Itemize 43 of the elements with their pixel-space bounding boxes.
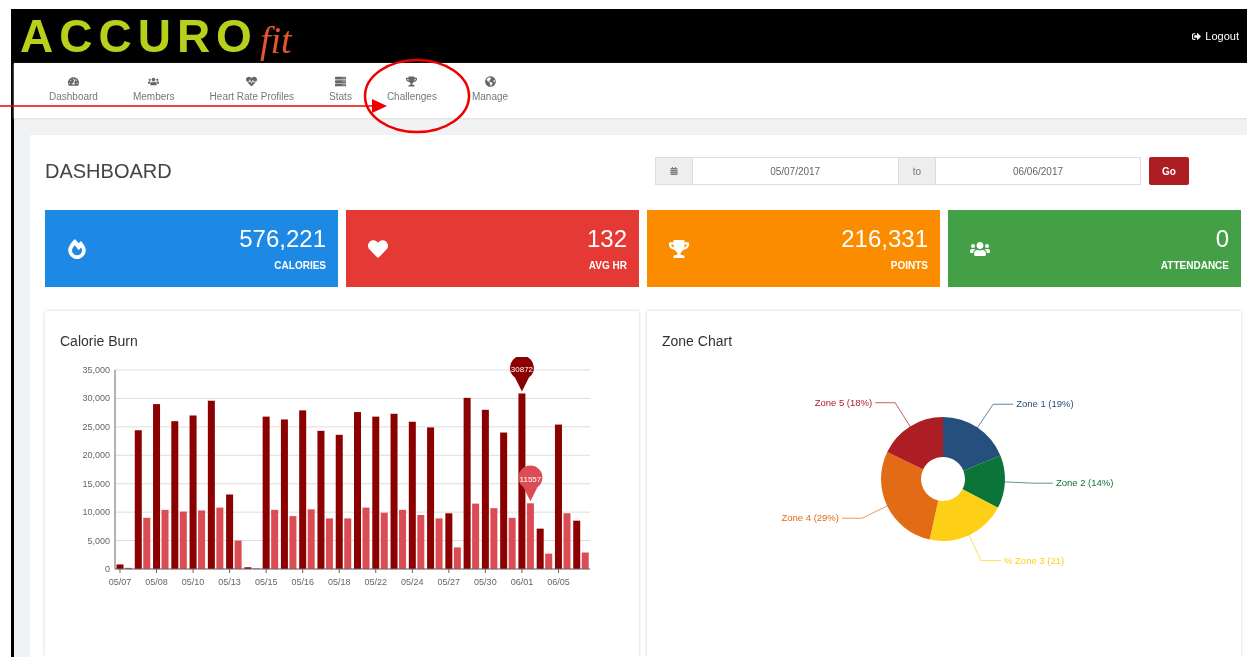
axis-label: 06/05 — [547, 577, 570, 587]
axis-label: 05/08 — [145, 577, 168, 587]
chart-title: Zone Chart — [662, 333, 734, 349]
annotation: 30872 — [510, 365, 534, 375]
stat-value: 576,221 — [239, 226, 326, 251]
stat-value: 0 — [1215, 226, 1229, 251]
stat-label: POINTS — [890, 259, 928, 271]
page-title: DASHBOARD — [45, 159, 172, 183]
axis-label: 05/15 — [254, 577, 278, 587]
axis-label: 30,000 — [82, 393, 110, 404]
axis-label: 35,000 — [82, 365, 110, 375]
value-balloon: 11557 — [518, 465, 543, 502]
range-separator: to — [897, 157, 936, 185]
axis-label: 06/01 — [510, 577, 534, 587]
axis-label: 05/13 — [218, 577, 241, 587]
axis-label: 5,000 — [87, 535, 110, 546]
stat-label: CALORIES — [274, 259, 326, 271]
stat-value: 216,331 — [841, 226, 928, 251]
slice-label: Zone 4 (29%) — [781, 512, 839, 524]
slice-label: Zone 2 (14%) — [1055, 477, 1114, 489]
axis-label: 05/07 — [108, 577, 132, 587]
axis-label: 05/10 — [181, 577, 205, 587]
axis-label: 05/16 — [291, 577, 314, 587]
axis-label: 15,000 — [82, 478, 110, 489]
chart-title: Calorie Burn — [60, 333, 139, 349]
stat-label: AVG HR — [588, 259, 627, 271]
axis-label: 05/27 — [437, 577, 461, 587]
stat-label: ATTENDANCE — [1160, 259, 1229, 271]
axis-label: 05/22 — [364, 577, 388, 587]
axis-label: 05/24 — [401, 577, 424, 587]
axis-label: 0 — [105, 564, 110, 574]
axis-label: 05/18 — [327, 577, 351, 587]
axis-label: 25,000 — [82, 421, 110, 432]
axis-label: 10,000 — [82, 507, 110, 518]
stat-value: 132 — [586, 226, 627, 251]
slice-label: Zone 5 (18%) — [814, 396, 873, 408]
slice-label: Zone 1 (19%) — [1016, 398, 1074, 410]
slice-label: % Zone 3 (21) — [1003, 554, 1065, 566]
axis-label: 05/30 — [474, 577, 497, 587]
value-balloon: 30872 — [509, 357, 534, 392]
logo: ACCURO fit — [20, 13, 292, 59]
axis-label: 20,000 — [82, 450, 110, 461]
annotation: 11557 — [519, 475, 542, 485]
